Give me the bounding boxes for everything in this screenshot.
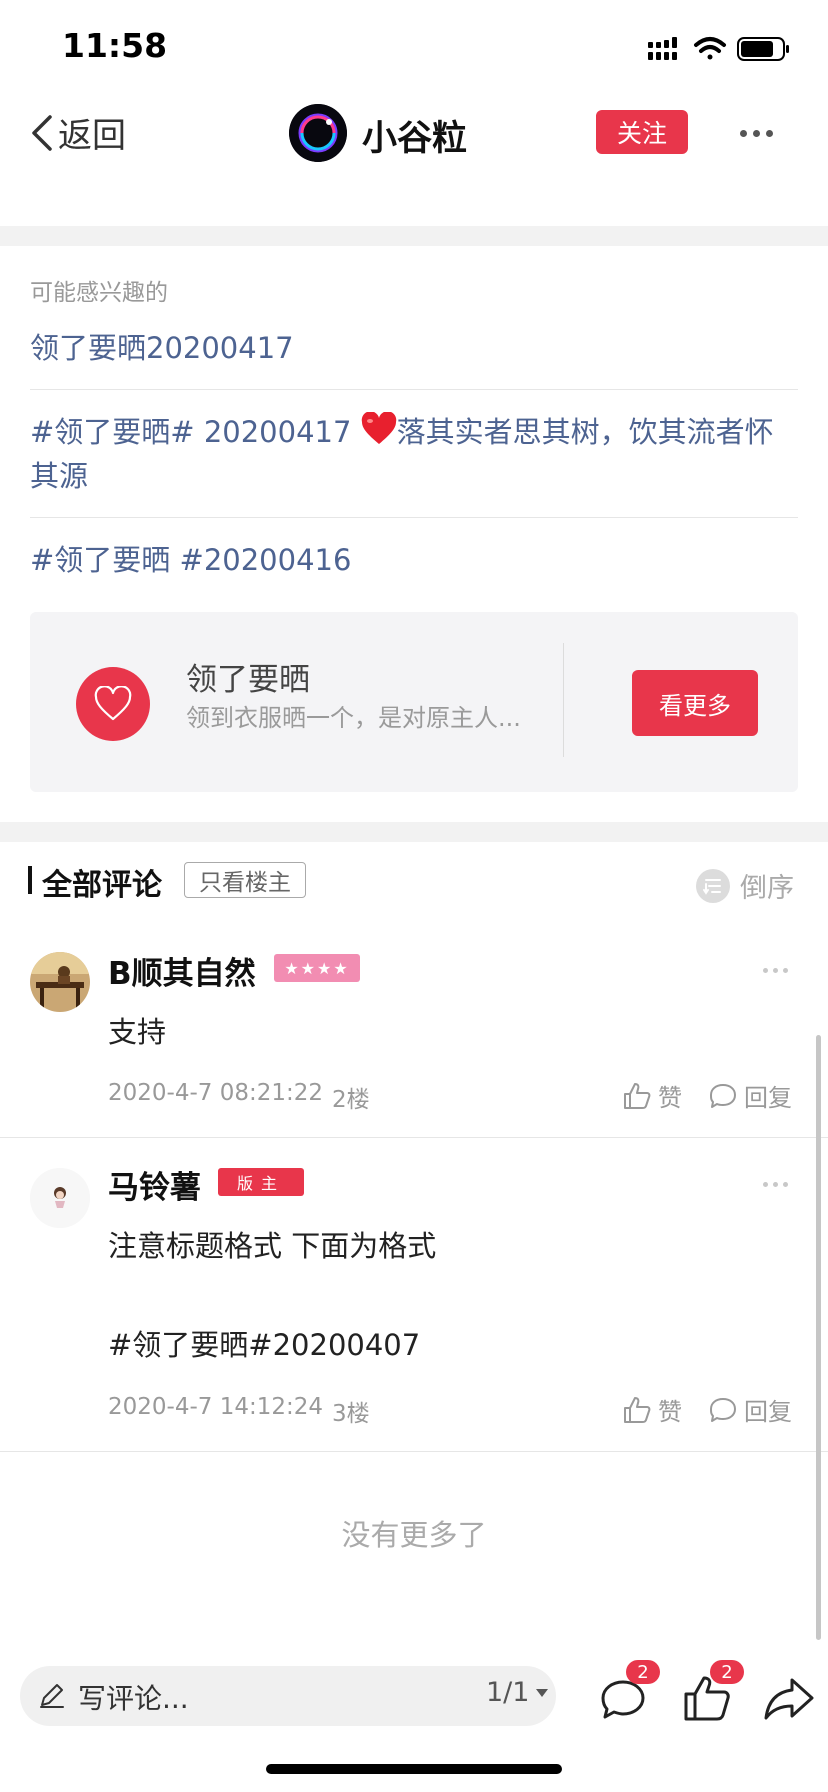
page-selector[interactable]: 1/1 xyxy=(486,1677,549,1708)
like-label: 赞 xyxy=(658,1398,682,1426)
cellular-signal-icon xyxy=(648,37,677,60)
sort-order-label: 倒序 xyxy=(740,873,794,904)
share-icon[interactable] xyxy=(762,1672,816,1726)
moderator-badge: 版主 xyxy=(218,1168,304,1196)
see-more-button[interactable]: 看更多 xyxy=(632,670,758,736)
battery-icon xyxy=(737,37,789,61)
reply-button[interactable]: 回复 xyxy=(708,1392,792,1427)
user-photo xyxy=(30,1168,90,1228)
follow-button[interactable]: 关注 xyxy=(596,110,688,154)
write-comment-placeholder: 写评论... xyxy=(78,1682,189,1715)
reply-label: 回复 xyxy=(744,1398,792,1426)
only-op-button[interactable]: 只看楼主 xyxy=(184,862,306,898)
more-options-icon[interactable] xyxy=(740,118,780,148)
chevron-left-icon xyxy=(32,114,52,151)
reply-label: 回复 xyxy=(744,1084,792,1112)
like-count-badge: 2 xyxy=(710,1660,744,1684)
interest-section-title: 可能感兴趣的 xyxy=(30,280,168,306)
divider xyxy=(0,1137,828,1138)
comment-floor: 2楼 xyxy=(332,1087,370,1113)
thumbs-up-icon xyxy=(624,1396,651,1423)
sort-order-button[interactable]: 倒序 xyxy=(696,866,794,905)
speech-bubble-icon xyxy=(710,1397,736,1422)
section-divider xyxy=(0,226,828,246)
comment-author[interactable]: B顺其自然 xyxy=(108,948,256,993)
thumbs-up-icon xyxy=(624,1082,651,1109)
topic-link[interactable]: #领了要晒# 20200417 落其实者思其树，饮其流者怀其源 xyxy=(30,410,800,498)
divider xyxy=(30,517,798,518)
back-button[interactable]: 返回 xyxy=(28,108,126,157)
speech-bubble-icon xyxy=(710,1083,736,1108)
comment-text: 支持 xyxy=(108,1015,167,1049)
topic-card-subtitle: 领到衣服晒一个，是对原主人... xyxy=(186,704,521,732)
comment-author[interactable]: 马铃薯 xyxy=(108,1162,201,1207)
wifi-icon xyxy=(694,37,726,60)
page-indicator: 1/1 xyxy=(486,1677,530,1708)
card-divider xyxy=(563,643,564,757)
avatar[interactable] xyxy=(30,952,90,1012)
like-label: 赞 xyxy=(658,1084,682,1112)
pencil-icon xyxy=(40,1684,64,1708)
section-marker xyxy=(28,866,32,894)
back-label: 返回 xyxy=(58,116,126,156)
comment-floor: 3楼 xyxy=(332,1401,370,1427)
forum-logo-icon xyxy=(289,104,347,162)
comment-time: 2020-4-7 14:12:24 xyxy=(108,1394,324,1420)
red-heart-icon xyxy=(361,412,396,444)
level-badge: ★★★★ xyxy=(274,954,360,982)
user-photo xyxy=(30,952,90,1012)
topic-text-start: #领了要晒# 20200417 xyxy=(30,415,361,449)
home-indicator xyxy=(266,1764,562,1774)
topic-link[interactable]: #领了要晒 #20200416 xyxy=(30,538,800,582)
like-button[interactable]: 赞 xyxy=(622,1078,682,1113)
comment-more-icon[interactable] xyxy=(763,1182,788,1187)
like-button[interactable]: 赞 xyxy=(622,1392,682,1427)
comment-count-badge: 2 xyxy=(626,1660,660,1684)
divider xyxy=(30,389,798,390)
divider xyxy=(0,1451,828,1452)
comment-text: #领了要晒#20200407 xyxy=(108,1328,421,1362)
comment-more-icon[interactable] xyxy=(763,968,788,973)
topic-card-title: 领了要晒 xyxy=(186,662,310,698)
topic-card-icon xyxy=(76,667,150,741)
scrollbar[interactable] xyxy=(816,1035,821,1640)
topic-link[interactable]: 领了要晒20200417 xyxy=(30,326,800,370)
caret-down-icon xyxy=(536,1688,549,1697)
avatar[interactable] xyxy=(30,1168,90,1228)
no-more-text: 没有更多了 xyxy=(341,1518,487,1552)
comment-text: 注意标题格式 下面为格式 xyxy=(108,1229,437,1263)
status-time: 11:58 xyxy=(62,26,168,65)
forum-avatar[interactable] xyxy=(289,104,347,162)
status-icons xyxy=(648,37,789,61)
forum-title: 小谷粒 xyxy=(362,119,468,159)
comments-title: 全部评论 xyxy=(42,868,162,903)
comment-time: 2020-4-7 08:21:22 xyxy=(108,1080,324,1106)
section-divider xyxy=(0,822,828,842)
sort-icon xyxy=(696,868,730,903)
heart-outline-icon xyxy=(94,686,132,721)
reply-button[interactable]: 回复 xyxy=(708,1078,792,1113)
